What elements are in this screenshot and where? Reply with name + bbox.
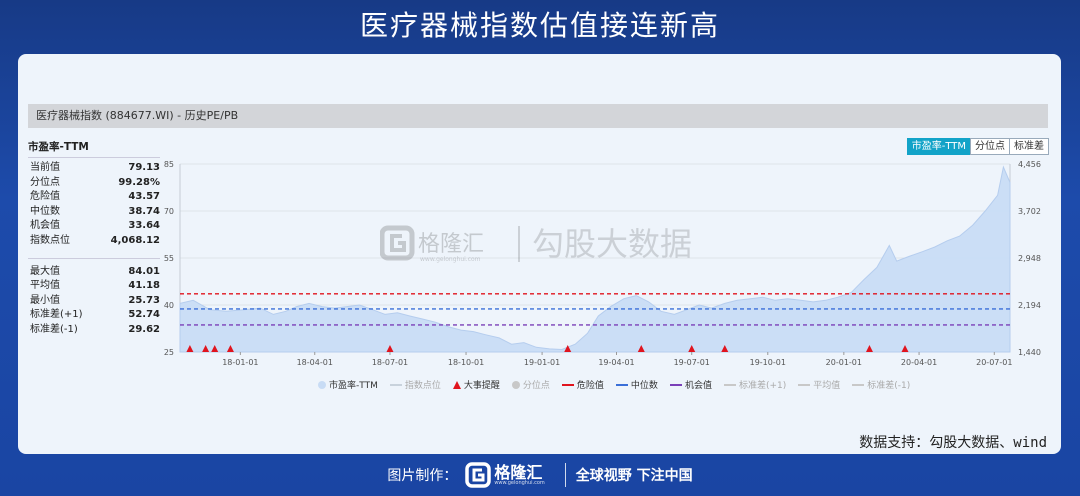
footer-brand-name: 格隆汇 <box>494 462 543 482</box>
y-right-tick-label: 3,702 <box>1018 207 1041 216</box>
x-tick-label: 18-04-01 <box>297 358 333 367</box>
legend-label: 市盈率-TTM <box>329 381 378 391</box>
legend-swatch-icon <box>723 383 736 386</box>
legend-swatch-icon <box>615 383 628 386</box>
y-left-tick-label: 55 <box>164 254 174 263</box>
y-left-tick-label: 40 <box>164 301 174 310</box>
footer-brand-logo: 格隆汇 www.gelonghui.com <box>465 462 545 488</box>
legend-swatch-icon <box>318 380 326 389</box>
legend-label: 平均值 <box>813 381 841 391</box>
y-left-tick-label: 85 <box>164 160 174 169</box>
legend-label: 中位数 <box>630 381 658 391</box>
x-tick-label: 20-04-01 <box>901 358 937 367</box>
footer: 图片制作： 格隆汇 www.gelonghui.com 全球视野 下注中国 <box>0 460 1080 490</box>
watermark-logo-text: 格隆汇 <box>418 232 484 257</box>
footer-credit-label: 图片制作： <box>387 468 458 484</box>
page-title: 医疗器械指数估值接连新高 <box>359 9 720 42</box>
y-left-tick-label: 70 <box>164 207 174 216</box>
x-tick-label: 19-01-01 <box>524 358 560 367</box>
legend-label: 分位点 <box>522 381 550 391</box>
legend-label: 危险值 <box>576 381 604 391</box>
x-tick-label: 18-01-01 <box>222 358 258 367</box>
legend-label: 标准差(+1) <box>738 381 787 391</box>
x-tick-label: 18-07-01 <box>372 358 408 367</box>
legend-item[interactable]: 市盈率-TTM <box>318 378 378 391</box>
legend-item[interactable]: 大事提醒 <box>452 378 500 391</box>
footer-divider <box>564 463 566 487</box>
legend-swatch-icon <box>389 383 402 386</box>
x-tick-label: 19-10-01 <box>750 358 786 367</box>
legend-swatch-icon <box>669 383 682 386</box>
data-source: 数据支持：勾股大数据、wind <box>859 435 1047 451</box>
x-tick-label: 20-01-01 <box>826 358 862 367</box>
brand-logo-icon <box>465 462 492 488</box>
y-right-tick-label: 2,948 <box>1018 254 1041 263</box>
legend-item[interactable]: 危险值 <box>561 378 604 391</box>
y-left-tick-label: 25 <box>164 348 174 357</box>
x-tick-label: 19-04-01 <box>598 358 634 367</box>
legend-swatch-icon <box>798 383 811 386</box>
legend-item[interactable]: 中位数 <box>615 378 658 391</box>
legend-label: 大事提醒 <box>463 381 500 391</box>
legend-label: 指数点位 <box>404 381 441 391</box>
x-tick-label: 19-07-01 <box>674 358 710 367</box>
x-tick-label: 20-07-01 <box>976 358 1012 367</box>
chart-card: 医疗器械指数 (884677.WI) - 历史PE/PB 市盈率-TTM 当前值… <box>18 54 1061 454</box>
y-right-tick-label: 2,194 <box>1018 301 1041 310</box>
legend-swatch-icon <box>852 383 865 386</box>
legend-item[interactable]: 分位点 <box>511 378 550 391</box>
legend-swatch-icon <box>561 383 574 386</box>
watermark-logo-sub: www.gelonghui.com <box>420 256 481 263</box>
x-tick-label: 18-10-01 <box>448 358 484 367</box>
legend-swatch-icon <box>511 380 520 389</box>
legend-label: 标准差(-1) <box>867 381 911 391</box>
legend-item[interactable]: 平均值 <box>798 378 840 391</box>
chart-legend: 市盈率-TTM 指数点位 大事提醒 分位点 危险值 中位数 机会值 标准差(+1) 平均值 标准差… <box>318 378 910 391</box>
legend-swatch-icon <box>452 380 461 389</box>
legend-label: 机会值 <box>684 381 712 391</box>
watermark-logo-icon: 格隆汇 www.gelonghui.com <box>380 225 484 263</box>
y-right-tick-label: 4,456 <box>1018 160 1041 169</box>
legend-item[interactable]: 标准差(-1) <box>852 378 910 391</box>
watermark-text: 勾股大数据 <box>518 226 692 262</box>
footer-slogan: 全球视野 下注中国 <box>575 468 693 484</box>
legend-item[interactable]: 标准差(+1) <box>723 378 787 391</box>
legend-item[interactable]: 指数点位 <box>389 378 441 391</box>
y-right-tick-label: 1,440 <box>1018 348 1041 357</box>
footer-brand-sub: www.gelonghui.com <box>494 479 545 486</box>
legend-item[interactable]: 机会值 <box>669 378 712 391</box>
